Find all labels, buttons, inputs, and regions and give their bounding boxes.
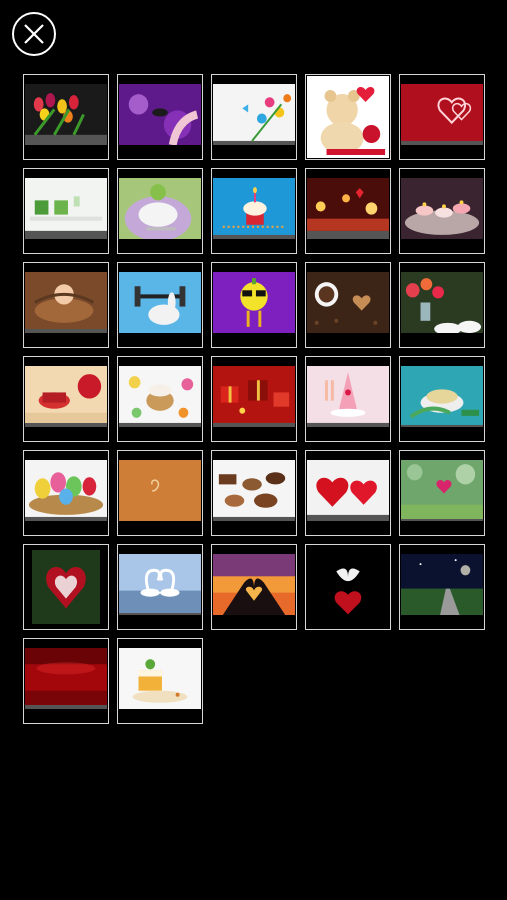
wallpaper-teacup-image: [401, 366, 483, 427]
wallpaper-coffee-heart-thumbnail[interactable]: [305, 262, 391, 348]
wallpaper-night-road-thumbnail[interactable]: [399, 544, 485, 630]
wallpaper-grid: [23, 74, 485, 724]
wallpaper-red-stage-thumbnail[interactable]: [23, 638, 109, 724]
wallpaper-teddy-bear-image: [307, 76, 389, 158]
wallpaper-baby-basket-thumbnail[interactable]: [23, 262, 109, 348]
wallpaper-coffee-heart-image: [307, 272, 389, 333]
wallpaper-green-bokeh-heart-thumbnail[interactable]: [399, 450, 485, 536]
wallpaper-red-hearts-snow-thumbnail[interactable]: [305, 450, 391, 536]
wallpaper-table-setting-image: [119, 178, 201, 239]
wallpaper-candles-table-image: [307, 178, 389, 239]
wallpaper-easter-eggs-thumbnail[interactable]: [23, 450, 109, 536]
wallpaper-flowers-tea-thumbnail[interactable]: [399, 262, 485, 348]
wallpaper-orange-texture-image: [119, 460, 201, 521]
wallpaper-dessert-image: [119, 648, 201, 709]
wallpaper-easter-eggs-image: [25, 460, 107, 521]
wallpaper-purple-hands-image: [119, 84, 201, 145]
wallpaper-dessert-thumbnail[interactable]: [117, 638, 203, 724]
wallpaper-flowers-butterflies-image: [213, 84, 295, 145]
wallpaper-rabbit-dumbbell-image: [119, 272, 201, 333]
wallpaper-orange-texture-thumbnail[interactable]: [117, 450, 203, 536]
wallpaper-easter-cake-image: [119, 366, 201, 427]
wallpaper-chocolates-image: [213, 460, 295, 521]
wallpaper-chocolates-thumbnail[interactable]: [211, 450, 297, 536]
wallpaper-rabbit-dumbbell-thumbnail[interactable]: [117, 262, 203, 348]
wallpaper-table-setting-thumbnail[interactable]: [117, 168, 203, 254]
close-button[interactable]: [12, 12, 56, 56]
wallpaper-birthday-cupcake-thumbnail[interactable]: [211, 168, 297, 254]
wallpaper-sunset-hands-heart-image: [213, 554, 295, 615]
wallpaper-dove-heart-thumbnail[interactable]: [305, 544, 391, 630]
wallpaper-pink-cake-thumbnail[interactable]: [305, 356, 391, 442]
wallpaper-night-road-image: [401, 554, 483, 615]
wallpaper-red-stage-image: [25, 648, 107, 709]
wallpaper-green-candles-thumbnail[interactable]: [23, 168, 109, 254]
wallpaper-candles-table-thumbnail[interactable]: [305, 168, 391, 254]
wallpaper-birthday-cupcake-image: [213, 178, 295, 239]
wallpaper-tea-apples-image: [25, 366, 107, 427]
close-icon: [24, 24, 44, 44]
wallpaper-red-hearts-thumbnail[interactable]: [399, 74, 485, 160]
wallpaper-pink-cake-image: [307, 366, 389, 427]
wallpaper-swans-image: [119, 554, 201, 615]
wallpaper-tulips-image: [25, 84, 107, 145]
wallpaper-green-bokeh-heart-image: [401, 460, 483, 521]
wallpaper-floating-candles-thumbnail[interactable]: [399, 168, 485, 254]
wallpaper-baby-basket-image: [25, 272, 107, 333]
wallpaper-easter-cake-thumbnail[interactable]: [117, 356, 203, 442]
wallpaper-heart-frame-thumbnail[interactable]: [23, 544, 109, 630]
wallpaper-red-hearts-image: [401, 84, 483, 145]
wallpaper-floating-candles-image: [401, 178, 483, 239]
wallpaper-christmas-gifts-thumbnail[interactable]: [211, 356, 297, 442]
wallpaper-purple-hands-thumbnail[interactable]: [117, 74, 203, 160]
wallpaper-dove-heart-image: [307, 546, 389, 628]
wallpaper-tea-apples-thumbnail[interactable]: [23, 356, 109, 442]
wallpaper-swans-thumbnail[interactable]: [117, 544, 203, 630]
wallpaper-teacup-thumbnail[interactable]: [399, 356, 485, 442]
wallpaper-tulips-thumbnail[interactable]: [23, 74, 109, 160]
wallpaper-teddy-bear-thumbnail[interactable]: [305, 74, 391, 160]
wallpaper-flowers-butterflies-thumbnail[interactable]: [211, 74, 297, 160]
wallpaper-flowers-tea-image: [401, 272, 483, 333]
wallpaper-lemon-sunglasses-image: [213, 272, 295, 333]
wallpaper-green-candles-image: [25, 178, 107, 239]
wallpaper-red-hearts-snow-image: [307, 460, 389, 521]
wallpaper-sunset-hands-heart-thumbnail[interactable]: [211, 544, 297, 630]
wallpaper-lemon-sunglasses-thumbnail[interactable]: [211, 262, 297, 348]
wallpaper-christmas-gifts-image: [213, 366, 295, 427]
wallpaper-heart-frame-image: [32, 550, 100, 624]
